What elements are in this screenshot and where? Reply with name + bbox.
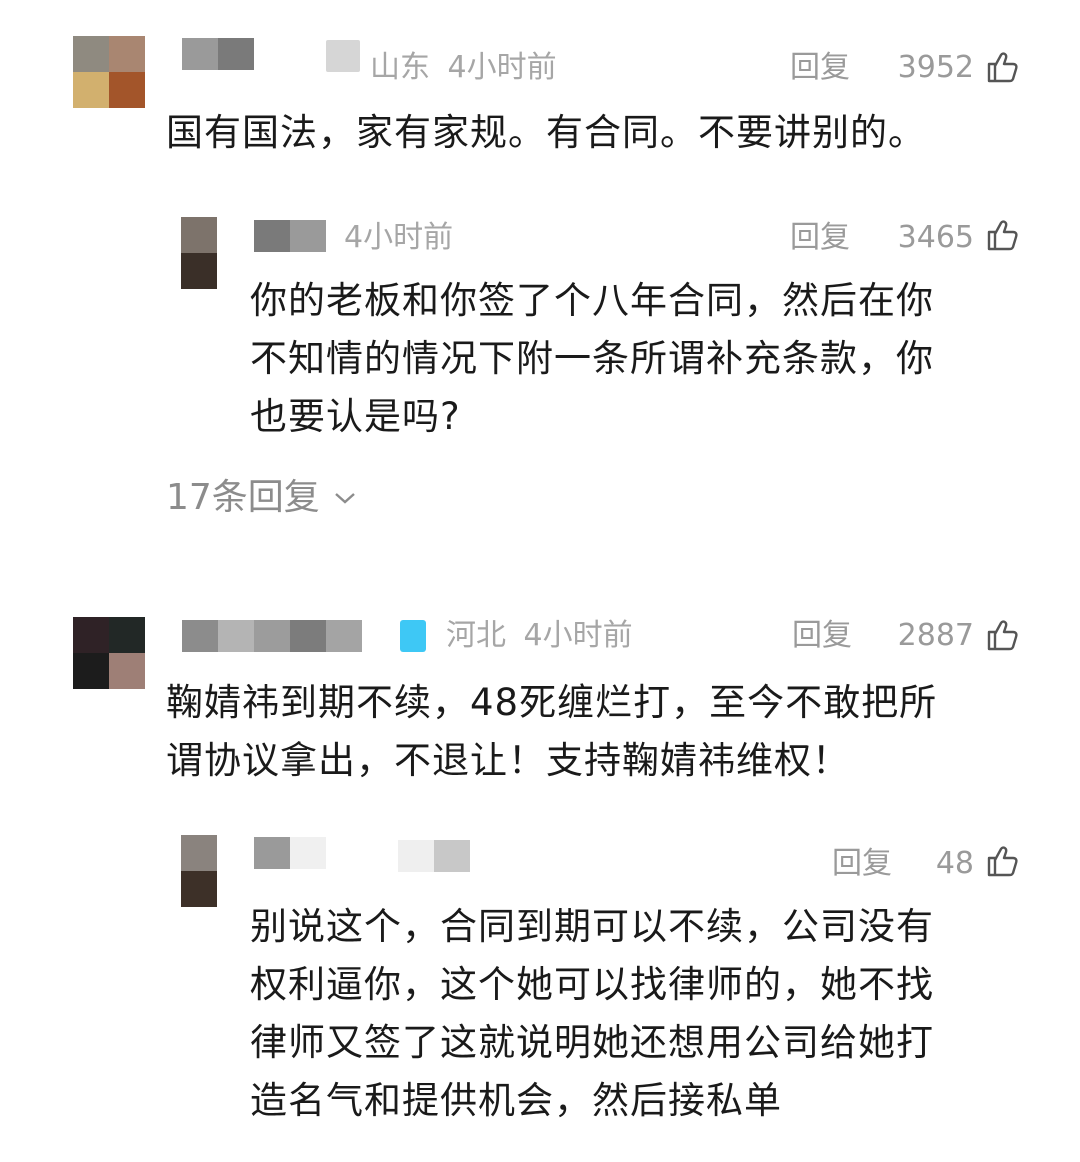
avatar[interactable] [181, 835, 217, 907]
chevron-down-icon [335, 493, 355, 504]
reply-button[interactable]: 回复 [792, 618, 852, 654]
more-replies-label: 17条回复 [166, 477, 320, 518]
avatar-tile [109, 617, 145, 653]
like-count: 3465 [897, 220, 974, 255]
thumbs-up-icon[interactable] [986, 50, 1020, 84]
avatar-tile [73, 617, 109, 653]
user-badge [326, 40, 360, 72]
user-badge [400, 620, 426, 652]
more-replies-link[interactable]: 17条回复 [166, 476, 356, 520]
avatar-tile [109, 72, 145, 108]
avatar[interactable] [73, 36, 145, 108]
reply-button[interactable]: 回复 [790, 220, 850, 256]
avatar-tile [73, 72, 109, 108]
comment-text: 鞠婧祎到期不续，48死缠烂打，至今不敢把所 谓协议拿出，不退让！支持鞠婧祎维权！ [166, 681, 938, 782]
username[interactable] [254, 220, 326, 252]
comment-text: 国有国法，家有家规。有合同。不要讲别的。 [166, 111, 926, 154]
timestamp: 4小时前 [447, 50, 557, 85]
username-extra [398, 840, 470, 872]
avatar-tile [181, 253, 217, 289]
username[interactable] [182, 38, 254, 70]
thumbs-up-icon[interactable] [986, 218, 1020, 252]
comment-meta: 河北 4小时前 [446, 618, 633, 654]
comment-meta: 山东 4小时前 [370, 50, 557, 86]
avatar-tile [109, 36, 145, 72]
avatar-tile [109, 653, 145, 689]
avatar-tile [181, 217, 217, 253]
like-count: 48 [935, 846, 974, 881]
avatar-tile [181, 871, 217, 907]
avatar-tile [73, 653, 109, 689]
reply-text: 你的老板和你签了个八年合同，然后在你 不知情的情况下附一条所谓补充条款，你 也要… [250, 279, 934, 438]
avatar[interactable] [73, 617, 145, 689]
timestamp: 4小时前 [523, 618, 633, 653]
location: 河北 [446, 618, 506, 653]
thumbs-up-icon[interactable] [986, 618, 1020, 652]
location: 山东 [370, 50, 430, 85]
username[interactable] [182, 620, 362, 652]
reply-button[interactable]: 回复 [832, 846, 892, 882]
avatar-tile [181, 835, 217, 871]
reply-button[interactable]: 回复 [790, 50, 850, 86]
avatar-tile [73, 36, 109, 72]
like-count: 3952 [897, 50, 974, 85]
timestamp: 4小时前 [344, 220, 454, 255]
reply-text: 别说这个，合同到期可以不续，公司没有 权利逼你，这个她可以找律师的，她不找 律师… [250, 905, 934, 1122]
username[interactable] [254, 837, 326, 869]
like-count: 2887 [897, 618, 974, 653]
avatar[interactable] [181, 217, 217, 289]
thumbs-up-icon[interactable] [986, 844, 1020, 878]
